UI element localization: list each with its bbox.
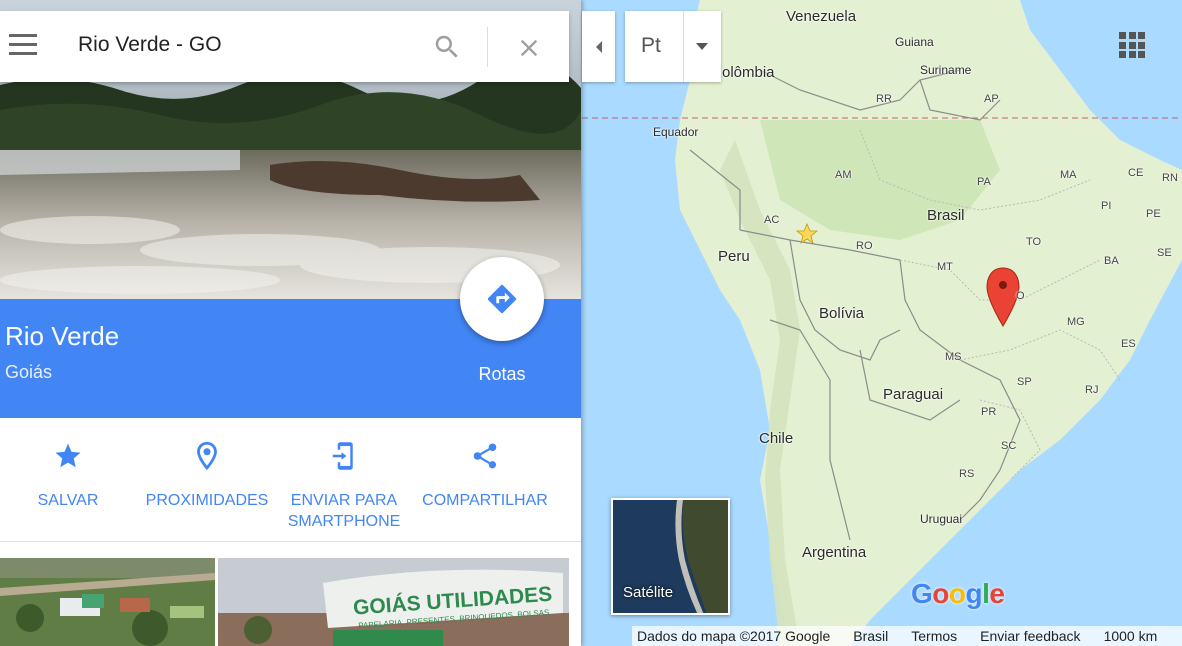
nearby-label: PROXIMIDADES — [145, 492, 269, 509]
close-icon[interactable] — [515, 34, 543, 67]
chevron-down-icon[interactable] — [696, 43, 708, 50]
scale-label[interactable]: 1000 km — [1104, 628, 1158, 644]
send-feedback-link[interactable]: Enviar feedback — [980, 628, 1080, 644]
directions-label[interactable]: Rotas — [462, 364, 542, 385]
hamburger-menu-icon[interactable] — [9, 34, 37, 58]
label-state-rs: RS — [959, 468, 975, 480]
label-state-rr: RR — [876, 93, 892, 105]
search-box: Rio Verde - GO — [0, 11, 569, 82]
language-divider — [683, 11, 684, 82]
share-icon — [473, 443, 497, 469]
label-state-pe: PE — [1146, 208, 1161, 220]
label-state-pa: PA — [977, 176, 991, 188]
satellite-layer-toggle[interactable]: Satélite — [611, 498, 730, 615]
photo-thumbnail-store[interactable]: GOIÁS UTILIDADES PAPELARIA, PRESENTES, B… — [218, 558, 569, 646]
label-state-to: TO — [1026, 236, 1042, 248]
label-state-ap: AP — [984, 93, 999, 105]
label-state-rn: RN — [1162, 172, 1178, 184]
label-state-sp: SP — [1017, 376, 1032, 388]
region-link[interactable]: Brasil — [853, 628, 888, 644]
aerial-photo-thumbnail — [0, 558, 215, 646]
send-to-phone-label: ENVIAR PARA SMARTPHONE — [287, 492, 401, 530]
directions-icon — [487, 284, 517, 314]
label-state-ba: BA — [1104, 255, 1119, 267]
label-state-ms: MS — [945, 351, 962, 363]
maps-app: Venezuela Guiana Suriname olômbia Equado… — [0, 0, 1182, 646]
star-icon — [55, 443, 81, 468]
search-divider — [487, 27, 488, 67]
label-argentina: Argentina — [802, 544, 867, 561]
label-state-pi: PI — [1101, 200, 1112, 212]
share-button[interactable]: COMPARTILHAR — [416, 438, 554, 511]
label-state-ce: CE — [1128, 167, 1144, 179]
label-bolivia: Bolívia — [819, 305, 865, 322]
label-brasil: Brasil — [927, 207, 965, 224]
collapse-panel-button[interactable] — [582, 11, 615, 82]
label-guiana: Guiana — [895, 35, 934, 49]
terms-link[interactable]: Termos — [911, 628, 957, 644]
label-state-mg: MG — [1067, 316, 1085, 328]
send-to-phone-icon — [332, 442, 353, 470]
search-input[interactable]: Rio Verde - GO — [78, 33, 222, 57]
label-venezuela: Venezuela — [786, 8, 857, 25]
nearby-button[interactable]: PROXIMIDADES — [141, 438, 273, 511]
action-bar: SALVAR PROXIMIDADES ENVIAR PARA SMARTPHO… — [0, 418, 581, 542]
nearby-pin-icon — [197, 441, 217, 471]
apps-grid-icon[interactable] — [1119, 32, 1145, 58]
label-state-sc: SC — [1001, 440, 1017, 452]
label-state-ac: AC — [764, 214, 780, 226]
label-state-ro: RO — [856, 240, 873, 252]
map-data-attribution: Dados do mapa ©2017 Google — [637, 628, 831, 644]
label-equador: Equador — [653, 125, 699, 139]
label-colombia: olômbia — [722, 64, 775, 81]
photo-thumbnail-aerial[interactable] — [0, 558, 215, 646]
label-peru: Peru — [718, 248, 750, 265]
label-state-am: AM — [835, 169, 852, 181]
store-photo-thumbnail: GOIÁS UTILIDADES PAPELARIA, PRESENTES, B… — [218, 558, 569, 646]
directions-button[interactable] — [460, 257, 544, 341]
label-state-pr: PR — [981, 406, 997, 418]
language-selector[interactable]: Pt — [625, 11, 721, 82]
map-footer: Dados do mapa ©2017 Google Brasil Termos… — [632, 626, 1182, 646]
label-suriname: Suriname — [920, 63, 972, 77]
send-to-phone-button[interactable]: ENVIAR PARA SMARTPHONE — [280, 438, 408, 532]
label-state-es: ES — [1121, 338, 1136, 350]
language-value: Pt — [641, 34, 661, 57]
collapse-panel-icon — [595, 40, 602, 53]
label-state-se: SE — [1157, 247, 1172, 259]
label-state-ma: MA — [1060, 169, 1077, 181]
photo-strip: GOIÁS UTILIDADES PAPELARIA, PRESENTES, B… — [0, 558, 581, 646]
label-state-mt: MT — [937, 261, 953, 273]
share-label: COMPARTILHAR — [422, 492, 548, 509]
label-state-rj: RJ — [1085, 384, 1099, 396]
label-state-go: O — [1016, 290, 1025, 302]
save-button[interactable]: SALVAR — [20, 438, 116, 511]
google-logo: Google — [911, 578, 1005, 609]
place-subtitle: Goiás — [5, 362, 53, 382]
label-uruguai: Uruguai — [920, 512, 963, 526]
search-icon[interactable] — [432, 32, 462, 67]
save-label: SALVAR — [37, 492, 99, 509]
place-title: Rio Verde — [5, 321, 120, 351]
label-paraguai: Paraguai — [883, 386, 944, 403]
satellite-label: Satélite — [623, 584, 674, 601]
place-panel: Rio Verde Goiás Rotas SALVAR PROXIMIDADE… — [0, 0, 581, 646]
label-chile: Chile — [759, 430, 794, 447]
